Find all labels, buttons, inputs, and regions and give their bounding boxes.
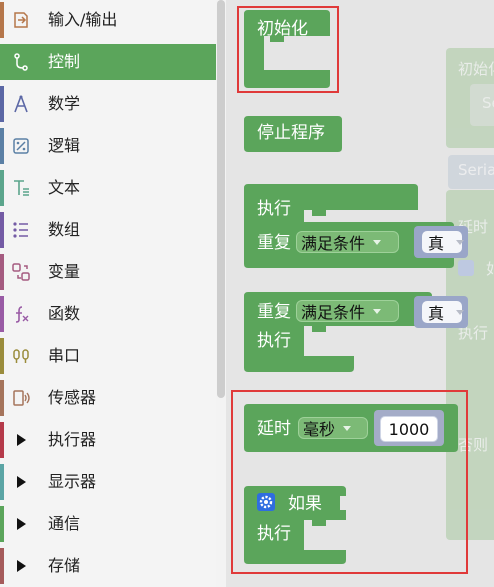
- delay-unit-value: 毫秒: [303, 420, 336, 439]
- sidebar-item-4[interactable]: 文本: [0, 170, 216, 206]
- ghost-else-label: 否则: [458, 436, 489, 454]
- category-color-strip: [0, 296, 4, 332]
- sidebar-item-label: 变量: [48, 262, 81, 281]
- chevron-down-icon: [456, 239, 465, 245]
- expand-arrow-icon[interactable]: [17, 560, 26, 572]
- sidebar-item-2[interactable]: 数学: [0, 86, 216, 122]
- category-color-strip: [0, 128, 4, 164]
- ghost-init-block: 初始化 Seria: [446, 48, 494, 148]
- sensor-icon: [10, 388, 32, 408]
- do-while-bool-value: 真: [428, 234, 445, 253]
- category-color-strip: [0, 548, 4, 584]
- delay-value: 1000: [388, 419, 430, 439]
- while-do-repeat-label: 重复: [257, 302, 291, 322]
- list-icon: [10, 220, 32, 240]
- input-output-icon: [10, 10, 32, 30]
- sidebar-item-13[interactable]: 存储: [0, 548, 216, 584]
- chevron-down-icon: [373, 239, 382, 245]
- expand-arrow-icon[interactable]: [17, 476, 26, 488]
- function-icon: [10, 304, 32, 324]
- stop-program-label: 停止程序: [257, 123, 325, 143]
- sidebar-item-9[interactable]: 传感器: [0, 380, 216, 416]
- sidebar-item-label: 通信: [48, 514, 81, 533]
- category-color-strip: [0, 464, 4, 500]
- while-do-bool-dropdown[interactable]: 真: [422, 301, 465, 323]
- while-do-bool-value: 真: [428, 304, 445, 323]
- if-label: 如果: [288, 494, 322, 514]
- sidebar-item-label: 逻辑: [48, 136, 81, 155]
- category-color-strip: [0, 212, 4, 248]
- do-while-repeat-label: 重复: [257, 233, 291, 253]
- do-while-do-label: 执行: [257, 199, 291, 219]
- do-while-condition-dropdown[interactable]: 满足条件: [296, 231, 399, 253]
- expand-arrow-icon[interactable]: [17, 518, 26, 530]
- sidebar-item-10[interactable]: 执行器: [0, 422, 216, 458]
- category-sidebar: 输入/输出控制数学逻辑文本数组变量函数串口传感器执行器显示器通信存储: [0, 0, 216, 587]
- chevron-down-icon: [456, 309, 465, 315]
- chevron-down-icon: [343, 425, 352, 431]
- do-while-bool-block[interactable]: 真: [414, 226, 468, 258]
- expand-arrow-icon[interactable]: [17, 434, 26, 446]
- ghost-if-label: 如: [486, 260, 494, 278]
- logic-icon: [10, 136, 32, 156]
- text-icon: [10, 178, 32, 198]
- sidebar-item-label: 函数: [48, 304, 81, 323]
- category-color-strip: [0, 86, 4, 122]
- chevron-down-icon: [373, 308, 382, 314]
- init-label: 初始化: [257, 19, 308, 39]
- sidebar-item-0[interactable]: 输入/输出: [0, 2, 216, 38]
- sidebar-item-3[interactable]: 逻辑: [0, 128, 216, 164]
- control-flow-icon: [10, 52, 32, 72]
- sidebar-item-label: 文本: [48, 178, 81, 197]
- sidebar-item-label: 传感器: [48, 388, 97, 407]
- sidebar-item-label: 显示器: [48, 472, 97, 491]
- category-color-strip: [0, 44, 4, 80]
- variable-icon: [10, 262, 32, 282]
- if-do-label: 执行: [257, 524, 291, 544]
- category-color-strip: [0, 506, 4, 542]
- gear-icon[interactable]: [257, 493, 275, 511]
- ghost-serial-label-2: Seria: [458, 161, 494, 179]
- sidebar-item-11[interactable]: 显示器: [0, 464, 216, 500]
- category-color-strip: [0, 170, 4, 206]
- while-do-condition-value: 满足条件: [301, 303, 366, 322]
- while-do-condition-dropdown[interactable]: 满足条件: [296, 300, 399, 322]
- while-do-bool-block[interactable]: 真: [414, 296, 468, 328]
- sidebar-item-7[interactable]: 函数: [0, 296, 216, 332]
- delay-value-field[interactable]: 1000: [380, 416, 438, 442]
- delay-label: 延时: [257, 419, 291, 439]
- sidebar-item-8[interactable]: 串口: [0, 338, 216, 374]
- serial-port-icon: [10, 346, 32, 366]
- ghost-init-label: 初始化: [458, 60, 494, 78]
- category-color-strip: [0, 380, 4, 416]
- sidebar-item-12[interactable]: 通信: [0, 506, 216, 542]
- sidebar-item-label: 串口: [48, 346, 81, 365]
- sidebar-item-label: 执行器: [48, 430, 97, 449]
- sidebar-item-label: 数组: [48, 220, 81, 239]
- sidebar-scrollbar[interactable]: [217, 0, 225, 398]
- sidebar-item-label: 存储: [48, 556, 81, 575]
- category-color-strip: [0, 2, 4, 38]
- math-compass-icon: [10, 94, 32, 114]
- do-while-bool-dropdown[interactable]: 真: [422, 231, 465, 253]
- category-color-strip: [0, 254, 4, 290]
- delay-unit-dropdown[interactable]: 毫秒: [298, 417, 368, 439]
- sidebar-item-1[interactable]: 控制: [0, 44, 216, 80]
- while-do-do-label: 执行: [257, 331, 291, 351]
- block-flyout: 初始化 Seria Seria 延时 如 执行 否则 初始化 停止程序 执行 重…: [226, 0, 494, 587]
- sidebar-item-label: 数学: [48, 94, 81, 113]
- sidebar-item-6[interactable]: 变量: [0, 254, 216, 290]
- sidebar-item-label: 控制: [48, 52, 81, 71]
- do-while-condition-value: 满足条件: [301, 234, 366, 253]
- category-color-strip: [0, 422, 4, 458]
- category-color-strip: [0, 338, 4, 374]
- ghost-serial-label: Seria: [482, 94, 494, 112]
- sidebar-item-label: 输入/输出: [48, 10, 118, 29]
- sidebar-item-5[interactable]: 数组: [0, 212, 216, 248]
